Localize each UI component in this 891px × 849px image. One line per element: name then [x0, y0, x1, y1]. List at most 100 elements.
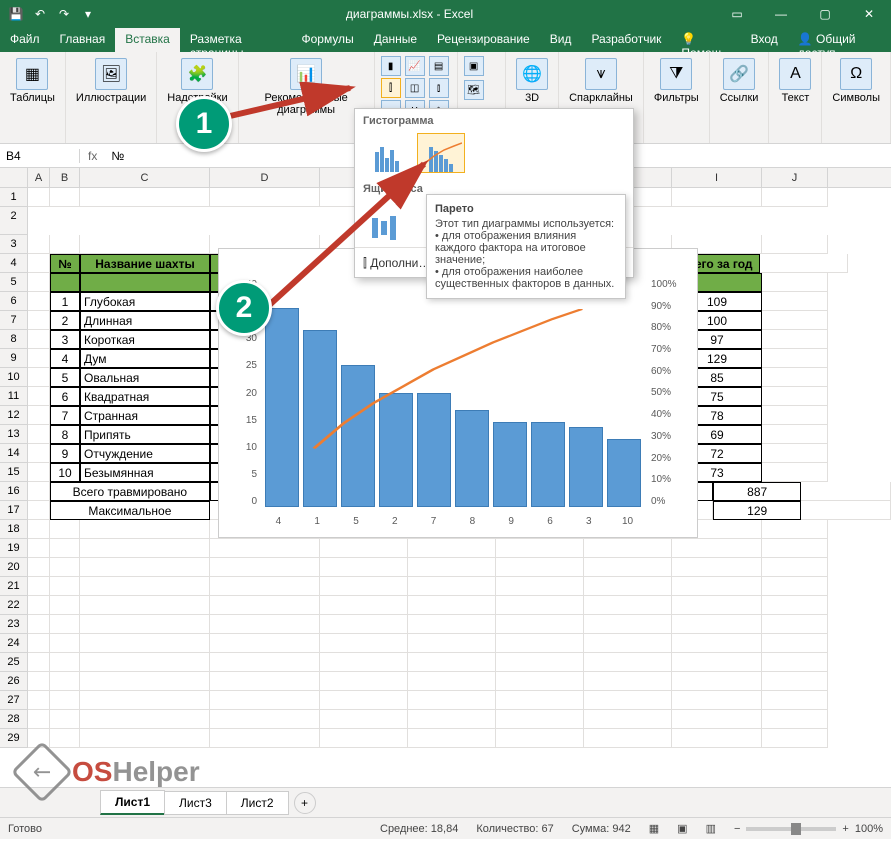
cell[interactable] [496, 539, 584, 558]
cell[interactable] [80, 672, 210, 691]
line-chart-icon[interactable]: 📈 [405, 56, 425, 76]
cell[interactable] [672, 577, 762, 596]
row-header[interactable]: 15 [0, 463, 28, 482]
cell[interactable] [584, 634, 672, 653]
cell[interactable] [28, 577, 50, 596]
cell[interactable]: Безымянная [80, 463, 210, 482]
cell[interactable] [672, 615, 762, 634]
cell[interactable] [762, 330, 828, 349]
col-B[interactable]: B [50, 168, 80, 187]
cell[interactable] [50, 577, 80, 596]
cell[interactable]: 3 [50, 330, 80, 349]
cell[interactable]: Странная [80, 406, 210, 425]
cell[interactable] [762, 311, 828, 330]
cell[interactable] [320, 634, 408, 653]
illustrations-button[interactable]: 🖼Иллюстрации [72, 56, 150, 106]
tab-view[interactable]: Вид [540, 28, 582, 52]
tab-share[interactable]: 👤 Общий доступ [788, 28, 891, 52]
cell[interactable] [80, 188, 210, 207]
cell[interactable] [408, 539, 496, 558]
undo-icon[interactable]: ↶ [32, 6, 48, 22]
cell[interactable] [762, 691, 828, 710]
cell[interactable] [496, 577, 584, 596]
cell[interactable] [408, 558, 496, 577]
cell[interactable] [801, 501, 891, 520]
stat-chart-icon[interactable]: ⫿ [381, 78, 401, 98]
cell[interactable] [80, 615, 210, 634]
cell[interactable] [210, 596, 320, 615]
cell[interactable] [672, 539, 762, 558]
cell[interactable] [80, 577, 210, 596]
cell[interactable] [672, 672, 762, 691]
cell[interactable] [762, 539, 828, 558]
pivot-chart-icon[interactable]: ▣ [464, 56, 484, 76]
cell[interactable]: 5 [50, 368, 80, 387]
row-header[interactable]: 2 [0, 207, 28, 235]
cell[interactable] [672, 710, 762, 729]
cell[interactable] [496, 710, 584, 729]
row-header[interactable]: 18 [0, 520, 28, 539]
cell[interactable] [50, 558, 80, 577]
map-chart-icon[interactable]: 🗺 [464, 80, 484, 100]
text-button[interactable]: AТекст [775, 56, 815, 106]
cell[interactable] [28, 482, 50, 501]
tab-layout[interactable]: Разметка страницы [180, 28, 292, 52]
row-header[interactable]: 12 [0, 406, 28, 425]
cell[interactable] [672, 188, 762, 207]
cell[interactable] [50, 615, 80, 634]
row-header[interactable]: 16 [0, 482, 28, 501]
row-header[interactable]: 8 [0, 330, 28, 349]
cell[interactable] [50, 729, 80, 748]
zoom-in-icon[interactable]: + [842, 823, 848, 835]
row-header[interactable]: 21 [0, 577, 28, 596]
cell[interactable] [408, 710, 496, 729]
cell[interactable] [80, 653, 210, 672]
cell[interactable] [762, 672, 828, 691]
cell[interactable] [28, 558, 50, 577]
row-header[interactable]: 29 [0, 729, 28, 748]
tab-formulas[interactable]: Формулы [291, 28, 363, 52]
cell[interactable] [210, 539, 320, 558]
cell[interactable] [80, 691, 210, 710]
zoom-slider[interactable] [746, 827, 836, 831]
cell[interactable] [28, 368, 50, 387]
row-header[interactable]: 22 [0, 596, 28, 615]
cell[interactable]: 8 [50, 425, 80, 444]
tab-signin[interactable]: Вход [741, 28, 788, 52]
cell[interactable] [496, 729, 584, 748]
redo-icon[interactable]: ↷ [56, 6, 72, 22]
cell[interactable] [28, 596, 50, 615]
close-icon[interactable]: ✕ [847, 0, 891, 28]
tab-insert[interactable]: Вставка [115, 28, 180, 52]
row-header[interactable]: 5 [0, 273, 28, 292]
cell[interactable] [584, 539, 672, 558]
cell[interactable]: 4 [50, 349, 80, 368]
cell[interactable] [584, 672, 672, 691]
cell[interactable] [762, 188, 828, 207]
row-header[interactable]: 23 [0, 615, 28, 634]
cell[interactable] [762, 463, 828, 482]
cell[interactable] [760, 254, 848, 273]
cell[interactable] [28, 406, 50, 425]
cell[interactable] [496, 596, 584, 615]
cell[interactable]: 9 [50, 444, 80, 463]
cell[interactable] [28, 292, 50, 311]
cell[interactable]: Глубокая [80, 292, 210, 311]
cell[interactable] [408, 577, 496, 596]
cell[interactable] [28, 311, 50, 330]
cell[interactable] [320, 615, 408, 634]
cell[interactable]: 887 [713, 482, 801, 501]
cell[interactable] [801, 482, 891, 501]
cell[interactable] [584, 729, 672, 748]
row-header[interactable]: 27 [0, 691, 28, 710]
cell[interactable]: Овальная [80, 368, 210, 387]
cell[interactable] [408, 729, 496, 748]
cell[interactable]: Короткая [80, 330, 210, 349]
cell[interactable]: № [50, 254, 80, 273]
cell[interactable] [28, 254, 50, 273]
cell[interactable]: 2 [50, 311, 80, 330]
cell[interactable] [672, 634, 762, 653]
col-C[interactable]: C [80, 168, 210, 187]
cell[interactable] [496, 558, 584, 577]
combo-chart-icon[interactable]: ⫾ [429, 78, 449, 98]
